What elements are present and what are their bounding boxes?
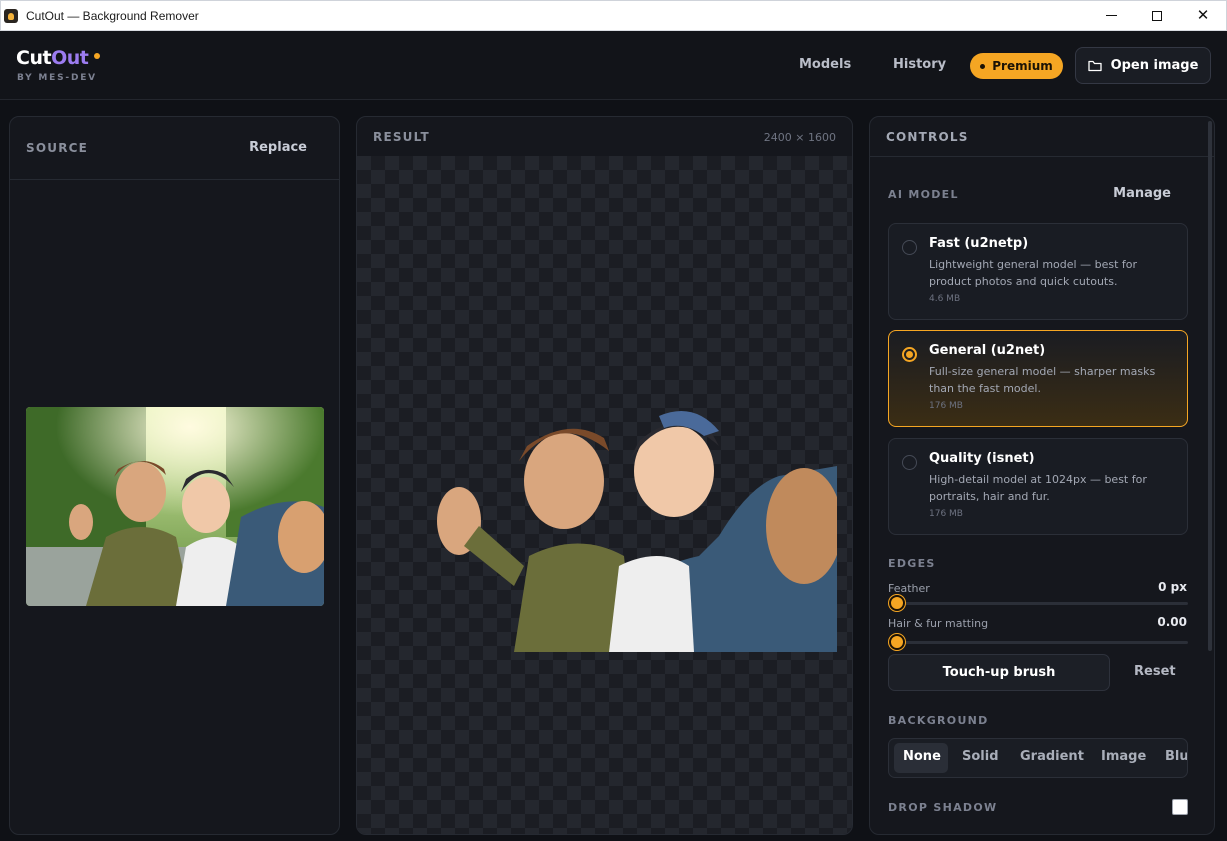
- drop-shadow-label: DROP SHADOW: [888, 801, 998, 814]
- model-description: Full-size general model — sharper masks …: [929, 365, 1156, 395]
- controls-label: CONTROLS: [886, 130, 969, 144]
- minimize-button[interactable]: [1088, 1, 1134, 30]
- model-name: General (u2net): [929, 343, 1046, 358]
- logo-subtitle: BY MES-DEV: [17, 73, 97, 83]
- app-header: CutOut BY MES-DEV Models History Premium…: [0, 31, 1227, 100]
- hair-matting-value: 0.00: [1157, 615, 1187, 629]
- hair-matting-slider-track[interactable]: [889, 641, 1188, 644]
- logo-out: Out: [51, 47, 89, 69]
- app-logo: CutOut: [16, 47, 101, 69]
- result-label: RESULT: [373, 130, 430, 144]
- result-dimensions: 2400 × 1600: [763, 131, 836, 144]
- premium-dot-icon: [980, 63, 986, 69]
- background-option-image[interactable]: Image: [1101, 749, 1146, 764]
- model-size: 4.6 MB: [929, 294, 961, 304]
- source-panel: SOURCE Replace: [9, 116, 340, 835]
- result-panel: RESULT 2400 × 1600: [356, 116, 853, 835]
- premium-label: Premium: [992, 59, 1053, 73]
- model-description: High-detail model at 1024px — best for p…: [929, 473, 1147, 503]
- touch-up-brush-button[interactable]: Touch-up brush: [888, 654, 1110, 691]
- background-option-solid[interactable]: Solid: [962, 749, 999, 764]
- maximize-icon: [1152, 10, 1162, 21]
- feather-slider-track[interactable]: [889, 602, 1188, 605]
- model-option-quality[interactable]: Quality (isnet) High-detail model at 102…: [888, 438, 1188, 535]
- controls-header: CONTROLS: [870, 117, 1214, 157]
- model-option-fast[interactable]: Fast (u2netp) Lightweight general model …: [888, 223, 1188, 320]
- window-title-bar: CutOut — Background Remover ✕: [0, 0, 1227, 31]
- radio-icon: [902, 240, 917, 255]
- result-image: [419, 406, 842, 652]
- source-label: SOURCE: [26, 141, 89, 155]
- radio-selected-icon: [902, 347, 917, 362]
- app-icon: [4, 8, 18, 23]
- window-title: CutOut — Background Remover: [26, 8, 199, 23]
- premium-button[interactable]: Premium: [970, 53, 1063, 79]
- model-option-general[interactable]: General (u2net) Full-size general model …: [888, 330, 1188, 427]
- open-image-label: Open image: [1110, 58, 1199, 73]
- logo-dot-icon: [94, 52, 101, 59]
- model-description: Lightweight general model — best for pro…: [929, 258, 1138, 288]
- logo-cut: Cut: [16, 47, 52, 69]
- drop-shadow-checkbox[interactable]: [1172, 799, 1188, 815]
- ai-model-label: AI MODEL: [888, 188, 959, 201]
- reset-button[interactable]: Reset: [1134, 664, 1176, 679]
- hair-matting-slider-thumb[interactable]: [889, 634, 905, 650]
- feather-value: 0 px: [1158, 580, 1187, 594]
- window-controls: ✕: [1088, 1, 1226, 30]
- open-image-button[interactable]: Open image: [1075, 47, 1211, 84]
- hair-matting-label: Hair & fur matting: [888, 617, 989, 630]
- background-segmented-control: None Solid Gradient Image Blur: [888, 738, 1188, 778]
- model-size: 176 MB: [929, 401, 963, 411]
- minimize-icon: [1105, 15, 1117, 16]
- radio-icon: [902, 455, 917, 470]
- nav-history[interactable]: History: [893, 57, 946, 72]
- model-name: Fast (u2netp): [929, 236, 1029, 251]
- background-option-gradient[interactable]: Gradient: [1020, 749, 1084, 764]
- background-option-none[interactable]: None: [903, 749, 941, 764]
- background-label: BACKGROUND: [888, 714, 989, 727]
- manage-models-button[interactable]: Manage: [1113, 186, 1171, 201]
- maximize-button[interactable]: [1134, 1, 1180, 30]
- source-image: [26, 407, 324, 606]
- result-header: RESULT 2400 × 1600: [357, 117, 852, 156]
- source-header: SOURCE Replace: [10, 117, 339, 180]
- replace-button[interactable]: Replace: [249, 140, 307, 155]
- controls-panel: CONTROLS AI MODEL Manage Fast (u2netp) L…: [869, 116, 1215, 835]
- background-option-blur[interactable]: Blur: [1165, 749, 1187, 764]
- edges-label: EDGES: [888, 557, 936, 570]
- model-name: Quality (isnet): [929, 451, 1035, 466]
- nav-models[interactable]: Models: [799, 57, 851, 72]
- feather-slider-thumb[interactable]: [889, 595, 905, 611]
- controls-scrollbar[interactable]: [1208, 121, 1212, 651]
- folder-icon: [1087, 60, 1102, 71]
- model-size: 176 MB: [929, 509, 963, 519]
- close-button[interactable]: ✕: [1180, 1, 1226, 30]
- transparency-canvas[interactable]: [357, 156, 852, 834]
- close-icon: ✕: [1196, 6, 1210, 24]
- feather-label: Feather: [888, 582, 930, 595]
